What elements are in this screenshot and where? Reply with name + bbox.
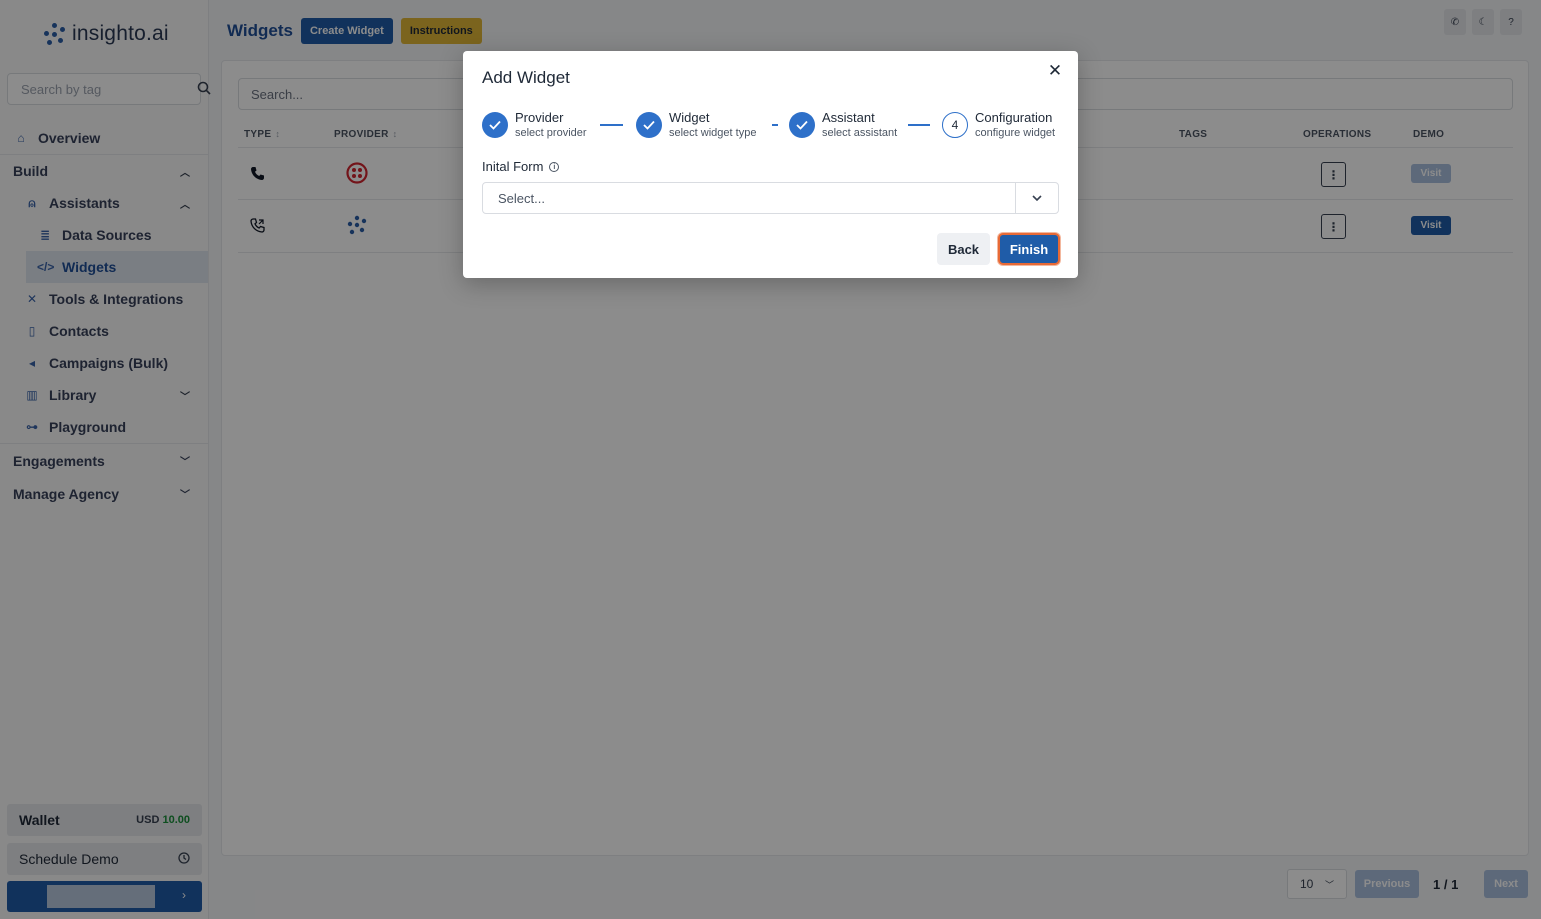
step-provider: Provider select provider [482,110,587,139]
step-desc: select widget type [669,127,757,139]
step-assistant: Assistant select assistant [789,110,897,139]
initial-form-select[interactable]: Select... [482,182,1059,214]
add-widget-modal: Add Widget ✕ Provider select provider Wi… [463,51,1078,278]
check-icon [636,111,662,138]
modal-title: Add Widget [482,68,570,87]
step-title: Configuration [975,110,1053,125]
chevron-down-icon[interactable] [1015,183,1058,213]
step-title: Provider [515,110,564,125]
step-desc: select provider [515,127,587,139]
info-icon[interactable]: i [549,161,560,172]
finish-button[interactable]: Finish [998,233,1060,265]
close-icon[interactable]: ✕ [1046,62,1064,80]
check-icon [482,111,508,138]
select-placeholder: Select... [498,190,545,206]
step-connector [772,124,778,126]
step-widget: Widget select widget type [636,110,756,139]
step-desc: configure widget [975,127,1056,139]
step-number: 4 [942,111,968,138]
initial-form-label: Inital Form i [482,159,560,174]
step-title: Widget [669,110,710,125]
step-desc: select assistant [822,127,898,139]
step-title: Assistant [822,110,875,125]
check-icon [789,111,815,138]
step-connector [908,124,930,126]
step-connector [600,124,623,126]
stepper: Provider select provider Widget select w… [482,110,1060,142]
step-configuration: 4 Configuration configure widget [942,110,1055,139]
back-button[interactable]: Back [937,233,990,265]
